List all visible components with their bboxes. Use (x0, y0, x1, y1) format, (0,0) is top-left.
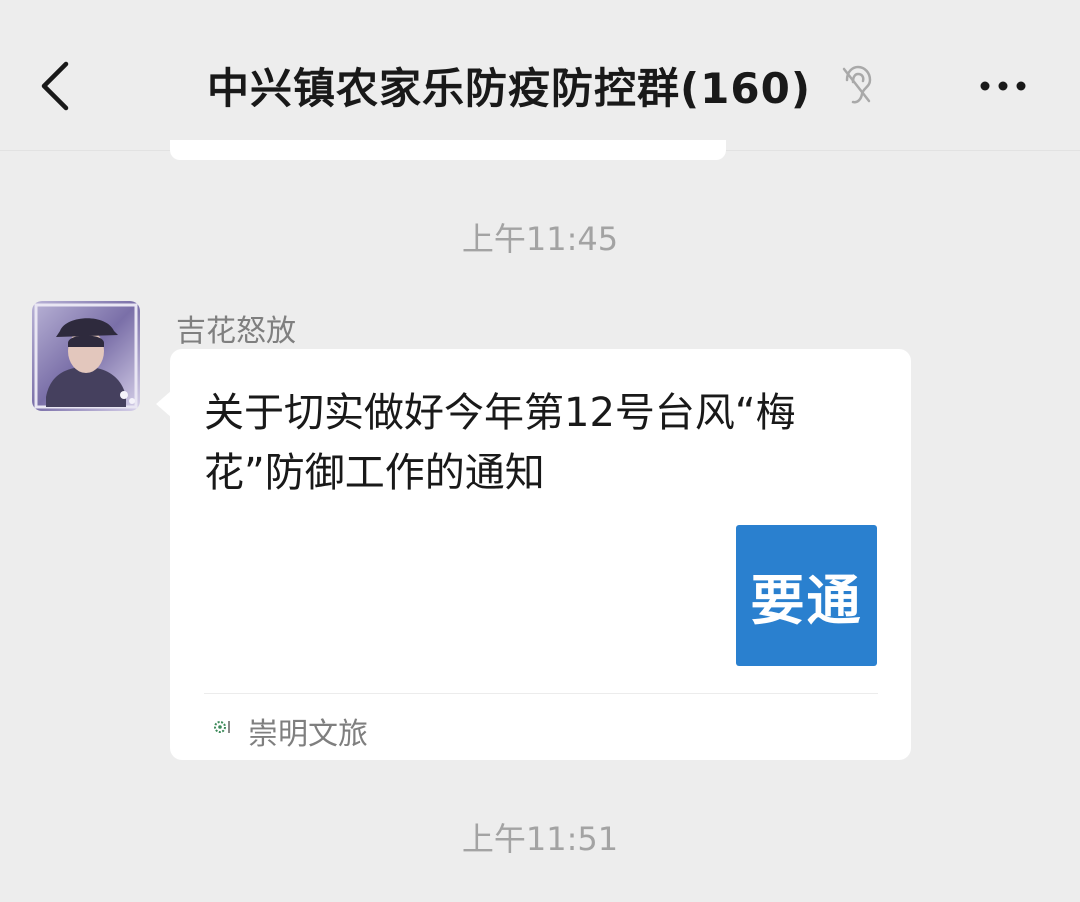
thumbnail-text: 要通 (750, 569, 863, 632)
chat-title: 中兴镇农家乐防疫防控群(160) (206, 63, 812, 113)
sender-name: 吉花怒放 (176, 314, 296, 349)
back-button[interactable] (30, 56, 90, 116)
link-card-message[interactable]: 关于切实做好今年第12号台风“梅花”防御工作的通知 要通 崇明文旅 (170, 349, 911, 760)
chat-header: 中兴镇农家乐防疫防控群(160) (0, 0, 1080, 151)
chat-title-area: 中兴镇农家乐防疫防控群(160) (150, 50, 930, 120)
chevron-left-icon (41, 61, 69, 111)
more-button[interactable] (972, 64, 1036, 108)
sender-avatar[interactable] (32, 301, 140, 411)
card-divider (204, 693, 878, 694)
message-timestamp: 上午11:45 (461, 220, 619, 258)
link-card-title: 关于切实做好今年第12号台风“梅花”防御工作的通知 (204, 390, 796, 496)
avatar-photo (32, 301, 140, 411)
source-name: 崇明文旅 (248, 717, 368, 752)
previous-message-bubble[interactable] (170, 140, 726, 160)
source-logo-icon (214, 721, 230, 733)
message-timestamp: 上午11:51 (461, 820, 619, 858)
more-horizontal-icon (980, 81, 1026, 91)
link-card-thumbnail: 要通 (736, 525, 877, 666)
ear-icon (842, 65, 872, 104)
